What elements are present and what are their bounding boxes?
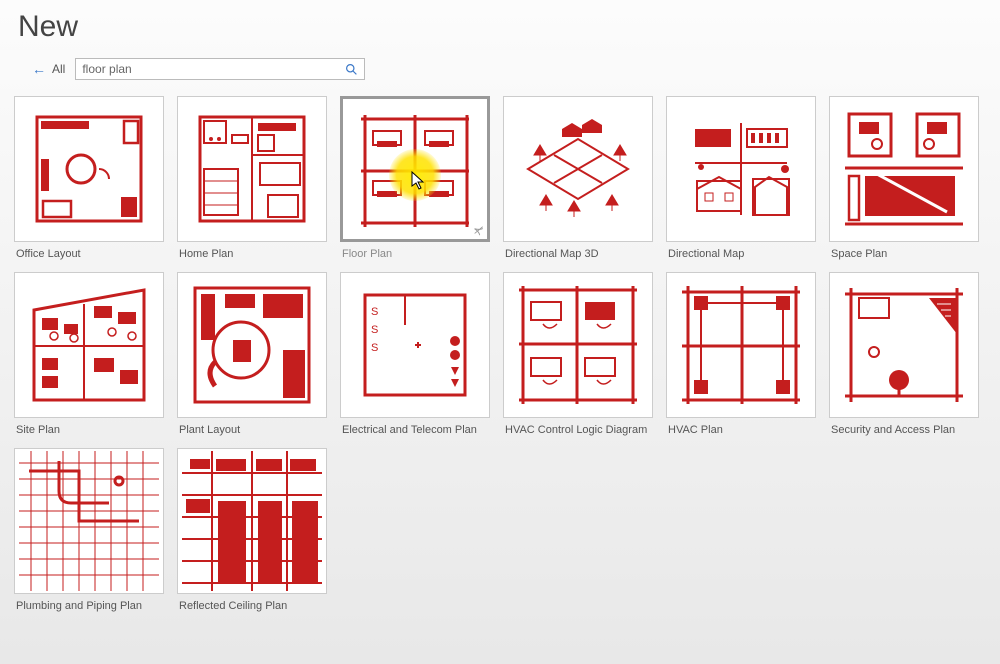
template-label: Office Layout xyxy=(14,242,168,260)
template-floor-plan[interactable]: ⊀ Floor Plan xyxy=(340,96,494,260)
template-directional-map[interactable]: Directional Map xyxy=(666,96,820,260)
search-box[interactable] xyxy=(75,58,365,80)
template-label: HVAC Plan xyxy=(666,418,820,436)
template-label: Plumbing and Piping Plan xyxy=(14,594,168,612)
category-all-label[interactable]: All xyxy=(52,62,65,76)
template-security-access-plan[interactable]: Security and Access Plan xyxy=(829,272,983,436)
template-thumb xyxy=(666,272,816,418)
template-space-plan[interactable]: Space Plan xyxy=(829,96,983,260)
template-plumbing-piping-plan[interactable]: Plumbing and Piping Plan xyxy=(14,448,168,612)
search-row: ← All xyxy=(0,44,1000,80)
template-label: Directional Map 3D xyxy=(503,242,657,260)
home-plan-icon xyxy=(192,109,312,229)
template-electrical-telecom-plan[interactable]: S S S Electrical and Telecom Plan xyxy=(340,272,494,436)
template-label: Plant Layout xyxy=(177,418,331,436)
plumbing-piping-icon xyxy=(19,451,159,591)
svg-text:S: S xyxy=(371,342,378,354)
template-thumb xyxy=(666,96,816,242)
template-thumb xyxy=(503,96,653,242)
hvac-logic-icon xyxy=(513,280,643,410)
directional-map-3d-icon xyxy=(518,109,638,229)
hvac-plan-icon xyxy=(676,280,806,410)
search-input[interactable] xyxy=(82,62,345,76)
template-label: Electrical and Telecom Plan xyxy=(340,418,494,436)
template-label: Home Plan xyxy=(177,242,331,260)
template-thumb xyxy=(177,272,327,418)
template-office-layout[interactable]: Office Layout xyxy=(14,96,168,260)
template-thumb xyxy=(177,448,327,594)
template-home-plan[interactable]: Home Plan xyxy=(177,96,331,260)
template-label: Reflected Ceiling Plan xyxy=(177,594,331,612)
template-thumb xyxy=(14,272,164,418)
template-hvac-control-logic[interactable]: HVAC Control Logic Diagram xyxy=(503,272,657,436)
directional-map-icon xyxy=(681,109,801,229)
space-plan-icon xyxy=(839,104,969,234)
template-thumb xyxy=(14,96,164,242)
template-grid: Office Layout Home Plan xyxy=(0,80,1000,612)
search-icon[interactable] xyxy=(345,63,358,76)
template-thumb: S S S xyxy=(340,272,490,418)
template-thumb xyxy=(829,272,979,418)
template-thumb xyxy=(829,96,979,242)
floor-plan-icon xyxy=(355,109,475,229)
template-label: Security and Access Plan xyxy=(829,418,983,436)
template-hvac-plan[interactable]: HVAC Plan xyxy=(666,272,820,436)
template-thumb xyxy=(503,272,653,418)
site-plan-icon xyxy=(24,280,154,410)
template-label: Floor Plan xyxy=(340,242,494,260)
svg-text:S: S xyxy=(371,306,378,318)
back-arrow-icon[interactable]: ← xyxy=(32,61,46,77)
reflected-ceiling-icon xyxy=(182,451,322,591)
template-label: Directional Map xyxy=(666,242,820,260)
office-layout-icon xyxy=(29,109,149,229)
template-label: HVAC Control Logic Diagram xyxy=(503,418,657,436)
svg-text:S: S xyxy=(371,324,378,336)
template-thumb xyxy=(14,448,164,594)
plant-layout-icon xyxy=(187,280,317,410)
security-access-icon xyxy=(839,280,969,410)
template-thumb: ⊀ xyxy=(340,96,490,242)
template-thumb xyxy=(177,96,327,242)
template-plant-layout[interactable]: Plant Layout xyxy=(177,272,331,436)
template-reflected-ceiling-plan[interactable]: Reflected Ceiling Plan xyxy=(177,448,331,612)
electrical-telecom-icon: S S S xyxy=(355,285,475,405)
template-site-plan[interactable]: Site Plan xyxy=(14,272,168,436)
page-title: New xyxy=(0,0,1000,44)
template-label: Site Plan xyxy=(14,418,168,436)
template-directional-map-3d[interactable]: Directional Map 3D xyxy=(503,96,657,260)
template-label: Space Plan xyxy=(829,242,983,260)
